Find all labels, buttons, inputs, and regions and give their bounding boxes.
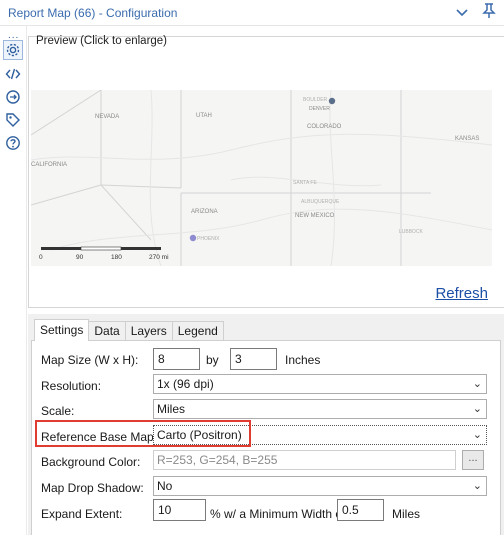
expand-extent-text: % w/ a Minimum Width of — [210, 507, 346, 521]
window-title: Report Map (66) - Configuration — [8, 5, 178, 20]
settings-area: Settings Data Layers Legend Map Size (W … — [28, 314, 504, 535]
map-size-by: by — [206, 353, 219, 367]
preview-panel: Preview (Click to enlarge) NEVADA UTAH C… — [28, 35, 504, 308]
tab-layers[interactable]: Layers — [124, 321, 173, 341]
map-label-new-mexico: NEW MEXICO — [295, 213, 335, 219]
chevron-down-icon: ⌄ — [472, 403, 482, 415]
expand-extent-label: Expand Extent: — [41, 507, 123, 521]
resolution-label: Resolution: — [41, 379, 102, 393]
map-width-input[interactable] — [153, 348, 200, 370]
refresh-link[interactable]: Refresh — [435, 285, 488, 302]
scale-select[interactable]: Miles ⌄ — [153, 399, 487, 419]
preview-label: Preview (Click to enlarge) — [36, 35, 168, 47]
map-preview[interactable]: NEVADA UTAH COLORADO KANSAS CALIFORNIA A… — [31, 90, 492, 266]
resolution-value: 1x (96 dpi) — [157, 377, 214, 391]
expand-extent-input[interactable] — [153, 499, 206, 521]
map-city-denver: DENVER — [309, 106, 330, 112]
map-drop-shadow-select[interactable]: No ⌄ — [153, 476, 487, 496]
scale-label-0: 0 — [39, 254, 43, 261]
gear-icon[interactable] — [3, 40, 23, 60]
reference-base-map-value: Carto (Positron) — [157, 428, 242, 442]
color-picker-button[interactable]: ... — [462, 450, 484, 470]
title-bar: Report Map (66) - Configuration — [0, 0, 504, 26]
min-width-input[interactable] — [337, 499, 384, 521]
settings-panel: Map Size (W x H): by Inches Resolution: … — [31, 340, 501, 535]
resolution-select[interactable]: 1x (96 dpi) ⌄ — [153, 374, 487, 394]
convert-icon[interactable] — [3, 87, 23, 107]
map-city-phoenix: PHOENIX — [197, 236, 220, 242]
scale-label-270: 270 mi — [149, 254, 169, 261]
map-label-colorado: COLORADO — [307, 124, 342, 130]
map-city-lubbock: LUBBOCK — [399, 229, 424, 235]
map-marker-denver[interactable] — [328, 97, 336, 105]
map-label-nevada: NEVADA — [95, 114, 119, 120]
tab-legend[interactable]: Legend — [171, 321, 224, 341]
map-size-label: Map Size (W x H): — [41, 353, 139, 367]
left-rail: ... — [0, 26, 27, 535]
chevron-down-icon: ⌄ — [472, 429, 482, 441]
map-scale-bar: 0 90 180 270 mi — [39, 246, 169, 261]
scale-value: Miles — [157, 402, 186, 416]
map-height-input[interactable] — [230, 348, 277, 370]
map-label-kansas: KANSAS — [455, 136, 479, 142]
background-color-field[interactable]: R=253, G=254, B=255 — [153, 450, 456, 470]
scale-label-90: 90 — [76, 254, 84, 261]
map-size-unit: Inches — [285, 353, 321, 367]
tab-settings[interactable]: Settings — [34, 319, 90, 341]
scale-label-180: 180 — [111, 254, 122, 261]
map-marker-phoenix[interactable] — [189, 234, 197, 242]
map-label-utah: UTAH — [196, 113, 212, 119]
map-label-arizona: ARIZONA — [191, 209, 218, 215]
reference-base-map-label: Reference Base Map: — [41, 430, 158, 444]
tag-icon[interactable] — [3, 110, 23, 130]
scale-label: Scale: — [41, 404, 75, 418]
reference-base-map-select[interactable]: Carto (Positron) ⌄ — [153, 425, 487, 445]
min-width-unit: Miles — [392, 507, 421, 521]
chevron-down-icon: ⌄ — [472, 480, 482, 492]
tab-strip: Settings Data Layers Legend — [34, 319, 224, 341]
tab-data[interactable]: Data — [88, 321, 126, 341]
map-city-albuquerque: ALBUQUERQUE — [301, 199, 340, 205]
map-drop-shadow-value: No — [157, 479, 173, 493]
map-city-santa-fe: SANTA FE — [293, 180, 317, 186]
pin-icon[interactable] — [482, 3, 496, 22]
map-city-boulder: BOULDER — [303, 97, 328, 103]
help-icon[interactable] — [3, 133, 23, 153]
background-color-label: Background Color: — [41, 455, 141, 469]
map-label-california: CALIFORNIA — [31, 162, 67, 168]
chevron-down-icon: ⌄ — [472, 378, 482, 390]
code-icon[interactable] — [3, 64, 23, 84]
map-drop-shadow-label: Map Drop Shadow: — [41, 481, 144, 495]
background-color-value: R=253, G=254, B=255 — [157, 453, 278, 467]
chevron-down-icon[interactable] — [456, 6, 468, 20]
